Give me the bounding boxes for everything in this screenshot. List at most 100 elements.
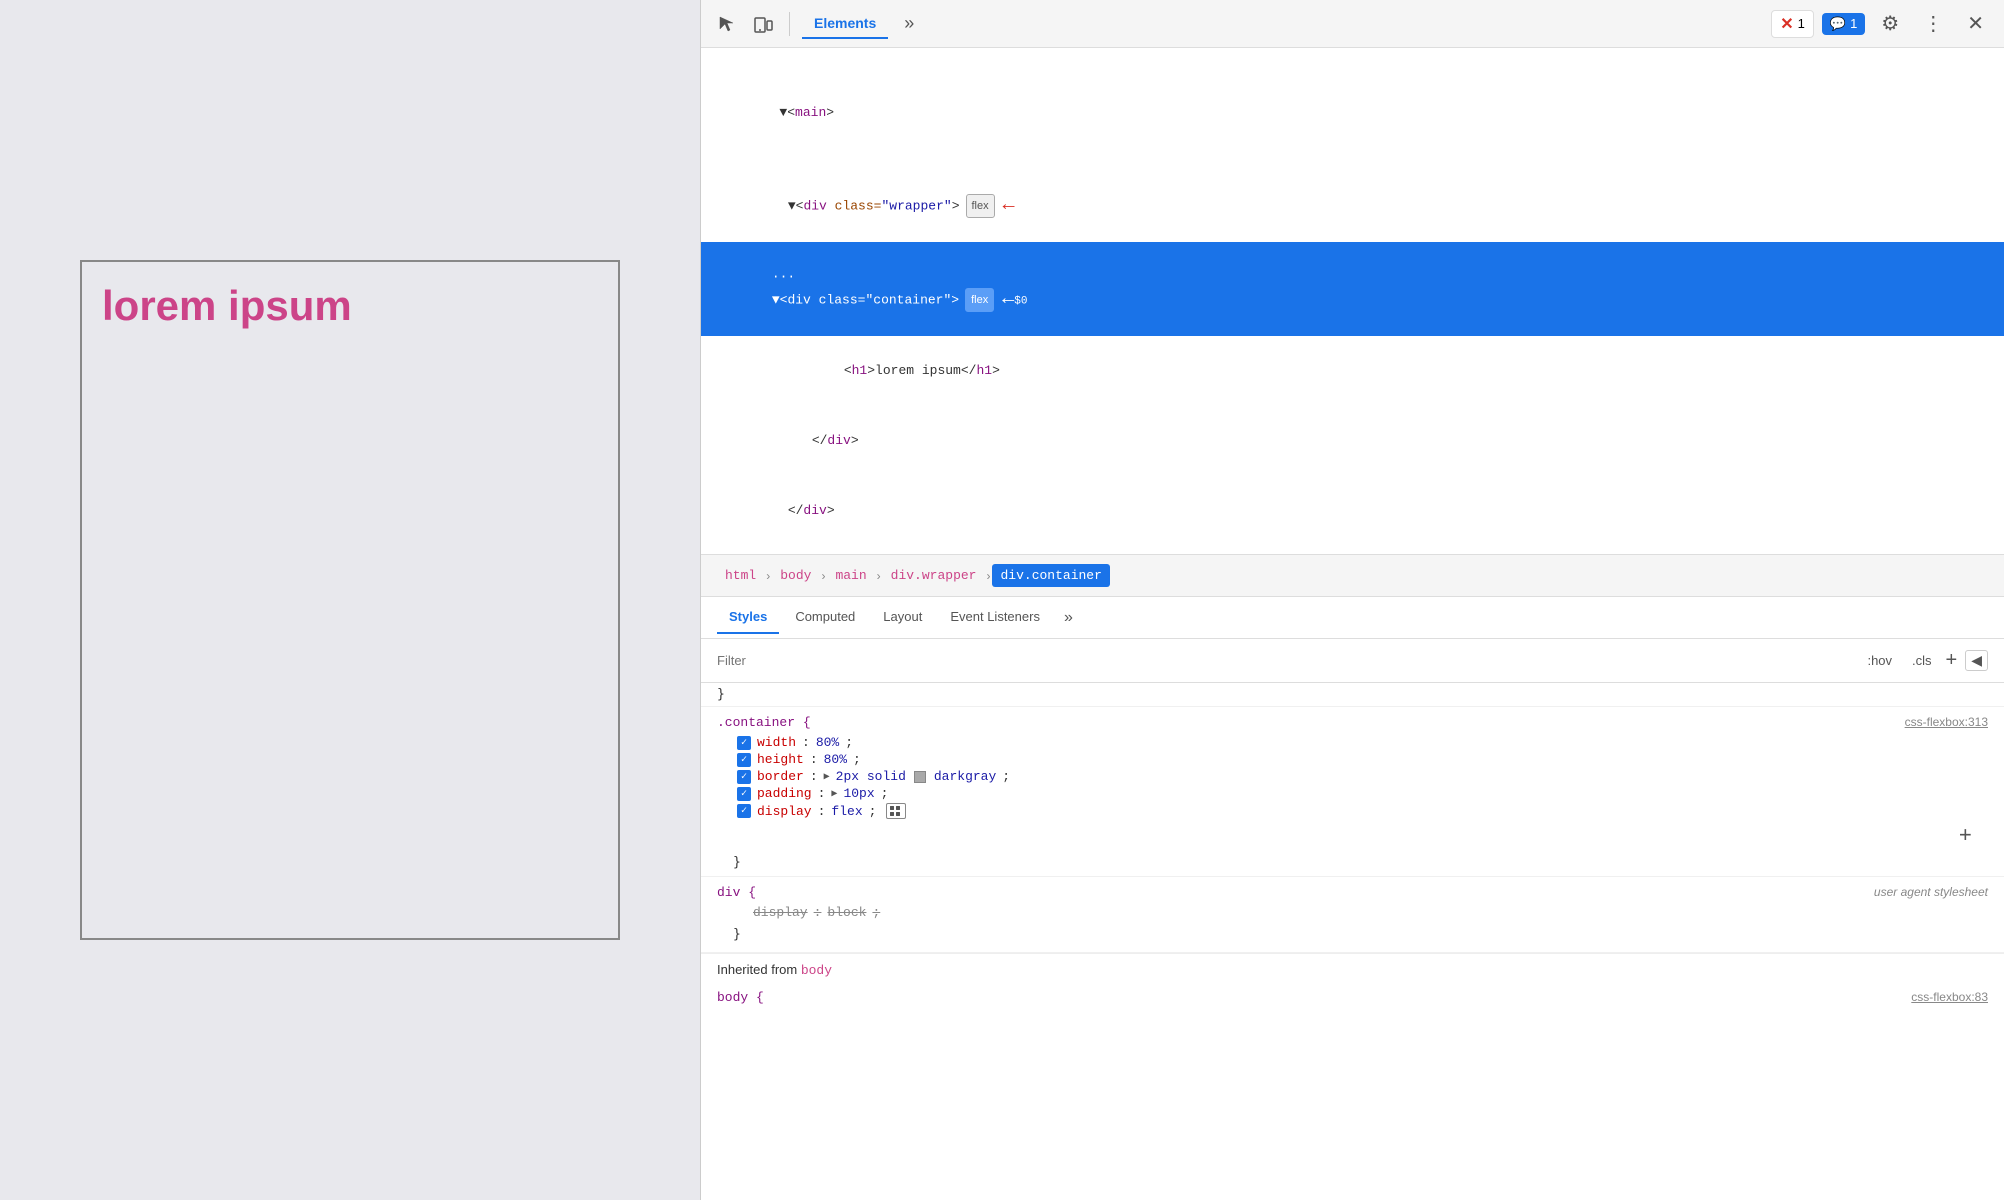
rule-header: .container { css-flexbox:313 — [717, 715, 1988, 730]
rule-selector[interactable]: .container { — [717, 715, 811, 730]
filter-hov[interactable]: :hov — [1861, 651, 1898, 670]
prop-name-width: width — [757, 735, 796, 750]
tab-layout[interactable]: Layout — [871, 601, 934, 634]
toolbar-divider — [789, 12, 790, 36]
toolbar-more[interactable]: » — [896, 9, 922, 38]
prop-border: border: ▶ 2px solid darkgray; — [717, 768, 1988, 785]
checkbox-display[interactable] — [737, 804, 751, 818]
message-count: 1 — [1850, 16, 1857, 31]
prop-value-padding[interactable]: 10px — [843, 786, 874, 801]
filter-plus-icon[interactable]: + — [1946, 649, 1958, 672]
breadcrumb-main[interactable]: main — [827, 564, 874, 587]
tree-line-wrapper[interactable]: ▼<div class="wrapper">flex← — [701, 170, 2004, 242]
border-expand[interactable]: ▶ — [824, 771, 830, 783]
tab-computed[interactable]: Computed — [783, 601, 867, 634]
elements-tab[interactable]: Elements — [802, 9, 888, 39]
inherited-label: Inherited from — [717, 962, 801, 977]
body-selector[interactable]: body { — [717, 990, 764, 1005]
prop-height: height: 80%; — [717, 751, 1988, 768]
brace-close: } — [733, 855, 741, 870]
filter-rtl-icon[interactable]: ◀ — [1965, 650, 1988, 671]
prop-value-display[interactable]: flex — [831, 804, 862, 819]
error-badge[interactable]: ✕ 1 — [1771, 10, 1814, 38]
padding-expand[interactable]: ▶ — [831, 788, 837, 800]
prop-name-border: border — [757, 769, 804, 784]
panel-tab-more[interactable]: » — [1056, 605, 1081, 631]
container-preview: lorem ipsum — [80, 260, 620, 940]
checkbox-height[interactable] — [737, 753, 751, 767]
settings-icon[interactable]: ⚙ — [1873, 7, 1907, 40]
source-link[interactable]: css-flexbox:313 — [1905, 715, 1988, 729]
filter-cls[interactable]: .cls — [1906, 651, 1938, 670]
breadcrumb-container[interactable]: div.container — [992, 564, 1109, 587]
panel-tabs: Styles Computed Layout Event Listeners » — [701, 597, 2004, 639]
tree-line-container[interactable]: ··· ▼<div class="container">flex←$0 — [701, 242, 2004, 336]
devtools-toolbar: Elements » ✕ 1 💬 1 ⚙ ⋮ ✕ — [701, 0, 2004, 48]
ua-rule: div { user agent stylesheet display: blo… — [701, 877, 2004, 953]
wrapper-arrow: ← — [1003, 195, 1015, 217]
tree-line-close-div[interactable]: </div> — [701, 406, 2004, 476]
body-source-link[interactable]: css-flexbox:83 — [1911, 990, 1988, 1004]
rule-close: } — [717, 853, 1988, 872]
add-prop: + — [717, 820, 1988, 853]
breadcrumb-html[interactable]: html — [717, 564, 764, 587]
dollar-ref: $0 — [1014, 295, 1027, 307]
ua-close: } — [717, 925, 1988, 944]
preview-pane: lorem ipsum — [0, 0, 700, 1200]
ua-prop-display: display: block; — [717, 904, 1988, 921]
error-count: 1 — [1798, 16, 1805, 31]
ua-prop-name: display — [753, 905, 808, 920]
checkbox-border[interactable] — [737, 770, 751, 784]
container-rule: .container { css-flexbox:313 width: 80%;… — [701, 707, 2004, 877]
device-icon[interactable] — [749, 10, 777, 38]
error-icon: ✕ — [1780, 14, 1793, 34]
prop-value-height[interactable]: 80% — [824, 752, 847, 767]
devtools-panel: Elements » ✕ 1 💬 1 ⚙ ⋮ ✕ ▼<main> ▼<div c… — [700, 0, 2004, 1200]
message-icon: 💬 — [1830, 16, 1846, 32]
prop-value-border[interactable]: 2px solid — [836, 769, 906, 784]
prop-padding: padding: ▶ 10px; — [717, 785, 1988, 802]
breadcrumbs: html › body › main › div.wrapper › div.c… — [701, 555, 2004, 597]
color-swatch-darkgray[interactable] — [914, 771, 926, 783]
checkbox-width[interactable] — [737, 736, 751, 750]
more-options-icon[interactable]: ⋮ — [1915, 7, 1951, 40]
ua-prop-value: block — [827, 905, 866, 920]
wrapper-flex-badge[interactable]: flex — [966, 194, 995, 218]
filter-input[interactable] — [717, 653, 1853, 668]
styles-content: } .container { css-flexbox:313 width: 80… — [701, 683, 2004, 1200]
breadcrumb-body[interactable]: body — [772, 564, 819, 587]
tree-line-close-wrapper[interactable]: </div> — [701, 476, 2004, 546]
body-rule: body { css-flexbox:83 — [701, 986, 2004, 1009]
add-plus-icon[interactable]: + — [1959, 824, 1972, 849]
tree-line-h1[interactable]: <h1>lorem ipsum</h1> — [701, 336, 2004, 406]
html-tree: ▼<main> ▼<div class="wrapper">flex← ··· … — [701, 48, 2004, 555]
container-flex-badge[interactable]: flex — [965, 288, 994, 312]
prop-width: width: 80%; — [717, 734, 1988, 751]
ua-source: user agent stylesheet — [1874, 885, 1988, 899]
close-button[interactable]: ✕ — [1959, 7, 1992, 40]
prop-value-width[interactable]: 80% — [816, 735, 839, 750]
prop-value-border-color[interactable]: darkgray — [934, 769, 996, 784]
container-arrow: ← — [1002, 289, 1014, 311]
brace-open: } — [717, 687, 725, 702]
inspect-icon[interactable] — [713, 10, 741, 38]
tab-event-listeners[interactable]: Event Listeners — [938, 601, 1052, 634]
lorem-heading: lorem ipsum — [92, 272, 362, 928]
prop-name-padding: padding — [757, 786, 812, 801]
ua-rule-header: div { user agent stylesheet — [717, 885, 1988, 900]
filter-bar: :hov .cls + ◀ — [701, 639, 2004, 683]
inherited-from[interactable]: body — [801, 963, 832, 978]
tree-line-main[interactable]: ▼<main> — [701, 56, 2004, 170]
prop-display: display: flex; — [717, 802, 1988, 820]
prop-name-height: height — [757, 752, 804, 767]
checkbox-padding[interactable] — [737, 787, 751, 801]
breadcrumb-wrapper[interactable]: div.wrapper — [883, 564, 985, 587]
message-badge[interactable]: 💬 1 — [1822, 13, 1865, 35]
ua-selector[interactable]: div { — [717, 885, 756, 900]
flex-grid-icon[interactable] — [886, 803, 906, 819]
tab-styles[interactable]: Styles — [717, 601, 779, 634]
rule-partial: } — [701, 683, 2004, 707]
dots-icon: ··· — [772, 269, 795, 284]
inherited-header: Inherited from body — [701, 953, 2004, 986]
prop-name-display: display — [757, 804, 812, 819]
